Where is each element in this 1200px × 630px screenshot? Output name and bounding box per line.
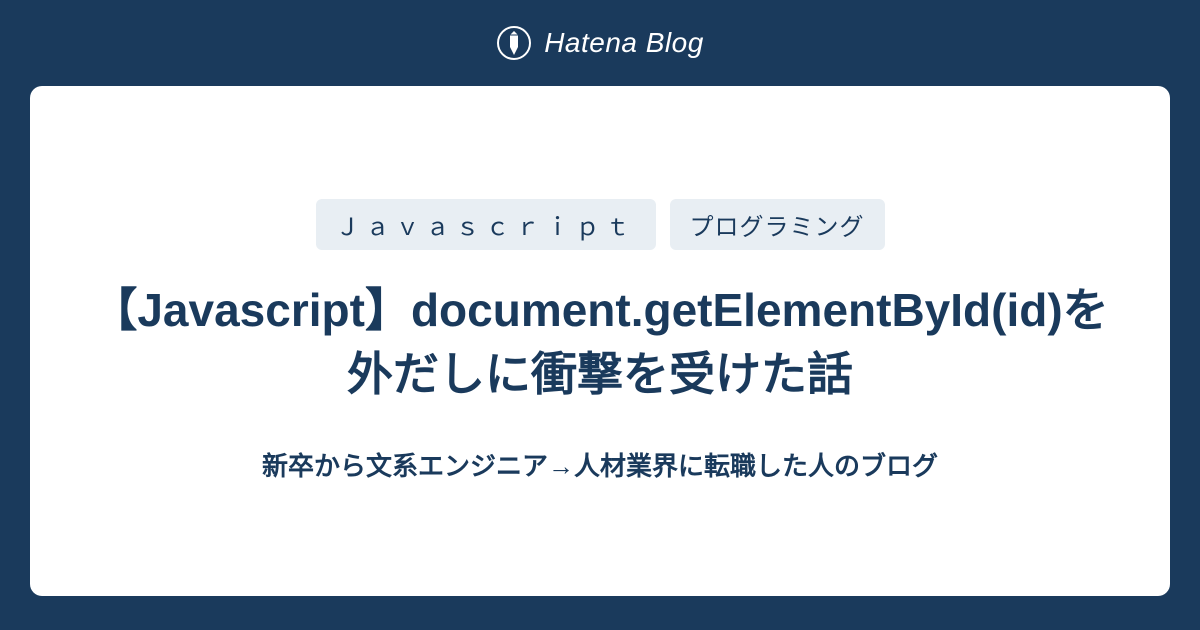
blog-name: 新卒から文系エンジニア→人材業界に転職した人のブログ bbox=[262, 446, 938, 483]
header: Hatena Blog bbox=[496, 0, 704, 86]
tag-list: Ｊａｖａｓｃｒｉｐｔ プログラミング bbox=[316, 199, 885, 250]
logo-text: Hatena Blog bbox=[544, 27, 704, 59]
article-card: Ｊａｖａｓｃｒｉｐｔ プログラミング 【Javascript】document.… bbox=[30, 86, 1170, 596]
article-title: 【Javascript】document.getElementById(id)を… bbox=[90, 278, 1110, 407]
hatena-logo-icon bbox=[496, 25, 532, 61]
tag: プログラミング bbox=[670, 199, 885, 250]
tag: Ｊａｖａｓｃｒｉｐｔ bbox=[316, 199, 656, 250]
